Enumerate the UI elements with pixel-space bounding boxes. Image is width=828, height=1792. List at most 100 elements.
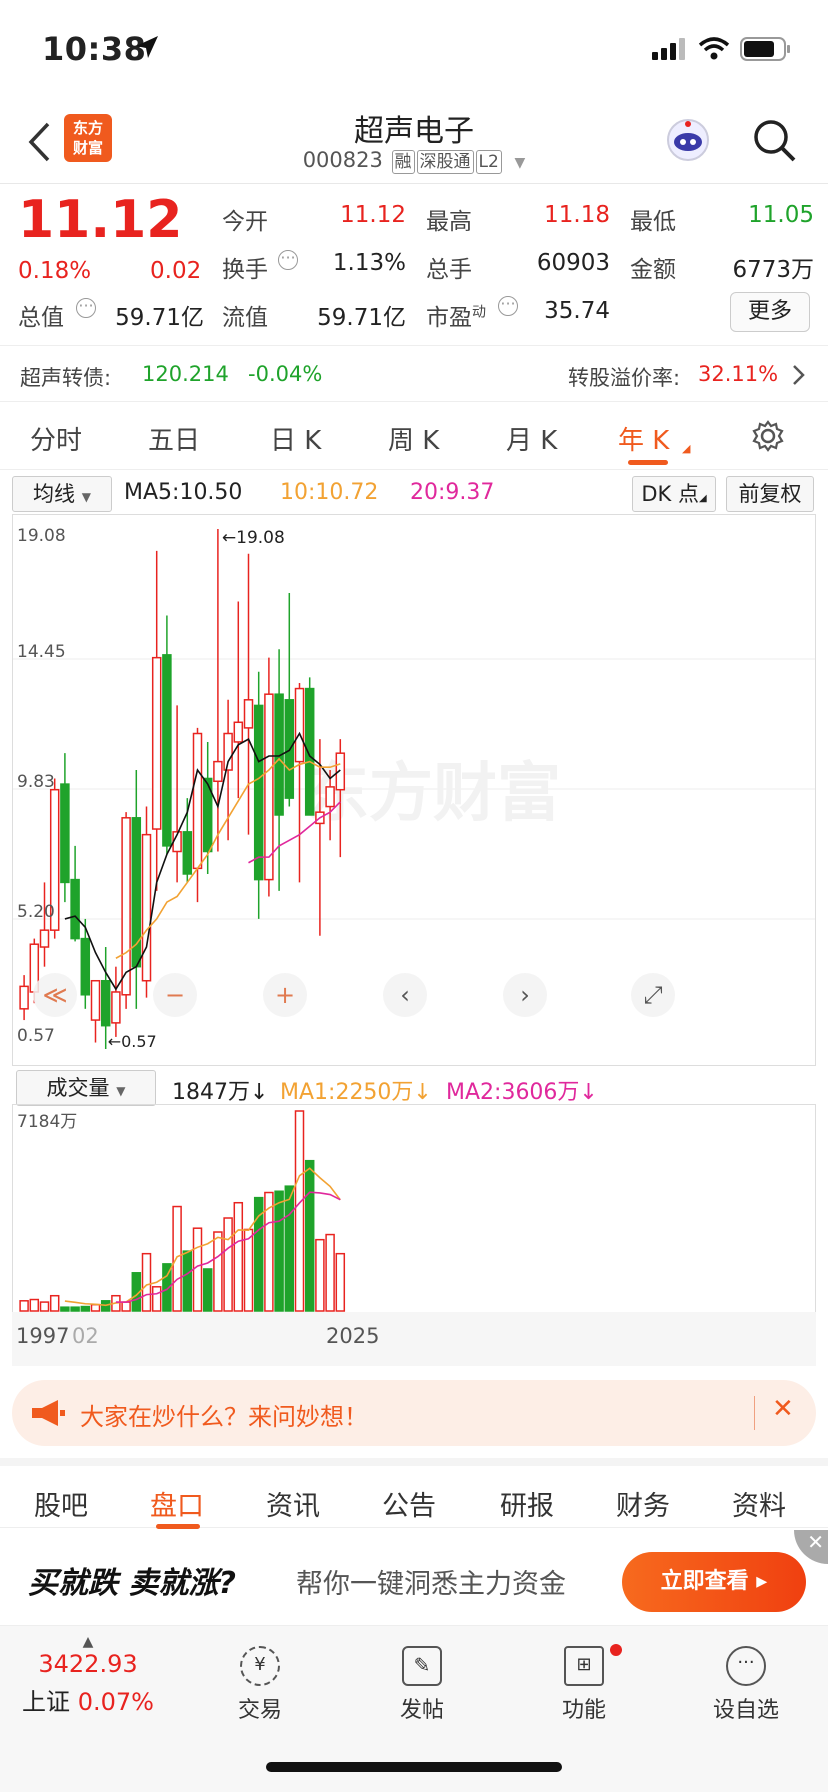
turnover-value: 1.13% bbox=[332, 250, 406, 276]
pe-label: 市盈动 bbox=[426, 304, 486, 331]
period-tabs: 分时 五日 日 K 周 K 月 K 年 K ◢ bbox=[0, 404, 828, 470]
signal-icon bbox=[652, 38, 685, 60]
ad-cta-button[interactable]: 立即查看 ▸ bbox=[622, 1552, 806, 1612]
volume-bar bbox=[90, 1303, 101, 1312]
volume-bar bbox=[335, 1252, 346, 1312]
y-tick-label: 9.83 bbox=[17, 772, 55, 792]
index-widget[interactable]: ▲ 3422.93 上证 0.07% bbox=[18, 1634, 158, 1717]
tab-finance[interactable]: 财务 bbox=[616, 1484, 670, 1523]
indicator-dropdown[interactable]: 均线 ▼ bbox=[12, 476, 112, 512]
bottom-content-tabs: 股吧 盘口 资讯 公告 研报 财务 资料 bbox=[0, 1458, 828, 1529]
ad-slogan: 买就跌 卖就涨? bbox=[28, 1566, 236, 1601]
edit-icon: ✎ bbox=[402, 1646, 442, 1686]
candle-body bbox=[39, 929, 50, 948]
ma5-value: MA5:10.50 bbox=[124, 480, 243, 505]
chart-control-icon: ≪ bbox=[42, 981, 67, 1009]
tag-margin: 融 bbox=[391, 150, 415, 174]
robot-assistant-icon[interactable] bbox=[664, 116, 712, 164]
float-value: 59.71亿 bbox=[317, 305, 406, 331]
ask-banner[interactable]: 大家在炒什么？来问妙想！ ✕ bbox=[12, 1380, 816, 1446]
trade-icon: ¥ bbox=[240, 1646, 280, 1686]
tab-profile[interactable]: 资料 bbox=[732, 1484, 786, 1523]
tab-week-k[interactable]: 周 K bbox=[388, 420, 439, 457]
amount-value: 6773万 bbox=[732, 257, 814, 283]
status-bar: 10:38 bbox=[0, 0, 828, 100]
bond-change: -0.04% bbox=[248, 362, 323, 386]
open-value: 11.12 bbox=[340, 202, 406, 228]
tab-research[interactable]: 研报 bbox=[500, 1484, 554, 1523]
candle-body bbox=[90, 979, 101, 1021]
chart-control-icon: › bbox=[520, 981, 530, 1009]
candle-body bbox=[162, 654, 172, 847]
volume-indicator-dropdown[interactable]: 成交量 ▼ bbox=[16, 1070, 156, 1106]
volume-bar bbox=[29, 1298, 40, 1312]
x-axis: 1997 02 2025 bbox=[12, 1312, 816, 1366]
tab-month-k[interactable]: 月 K bbox=[506, 420, 557, 457]
candle-body bbox=[325, 786, 335, 808]
index-value: 3422.93 bbox=[38, 1650, 138, 1678]
volume-bar bbox=[192, 1227, 203, 1312]
more-button[interactable]: 更多 bbox=[730, 292, 810, 332]
tab-5day[interactable]: 五日 bbox=[148, 420, 200, 457]
candle-body bbox=[80, 937, 91, 996]
volume-bar bbox=[294, 1110, 305, 1312]
tab-pankou[interactable]: 盘口 bbox=[150, 1484, 204, 1523]
volume-bar bbox=[49, 1294, 60, 1312]
ad-close-icon[interactable]: ✕ bbox=[794, 1530, 828, 1564]
banner-close-icon[interactable]: ✕ bbox=[772, 1394, 794, 1424]
tab-intraday[interactable]: 分时 bbox=[30, 420, 82, 457]
volume-bar bbox=[274, 1190, 284, 1312]
low-label: 最低 bbox=[630, 209, 676, 235]
volume-bar bbox=[39, 1301, 50, 1312]
mktcap-value: 59.71亿 bbox=[115, 305, 204, 331]
x-label-mid: 02 bbox=[72, 1324, 99, 1348]
candle-body bbox=[121, 817, 131, 996]
volume-bar bbox=[172, 1205, 182, 1312]
tab-guba[interactable]: 股吧 bbox=[34, 1484, 88, 1523]
stock-code: 000823 bbox=[302, 148, 383, 172]
info-icon[interactable]: ··· bbox=[278, 250, 298, 270]
volume-bar bbox=[233, 1201, 244, 1312]
dk-dropdown[interactable]: DK 点◢ bbox=[632, 476, 716, 512]
volume-ma2: MA2:3606万↓ bbox=[446, 1080, 598, 1105]
nav-add-watchlist[interactable]: ··· 设自选 bbox=[686, 1646, 806, 1724]
max-price-mark: ←19.08 bbox=[222, 528, 285, 548]
tab-day-k[interactable]: 日 K bbox=[270, 420, 321, 457]
search-icon[interactable] bbox=[752, 118, 798, 164]
y-tick-label: 5.20 bbox=[17, 902, 55, 922]
banner-divider bbox=[754, 1396, 755, 1430]
convertible-bond-row[interactable]: 超声转债: 120.214 -0.04% 转股溢价率: 32.11% bbox=[0, 348, 828, 402]
volume-bar bbox=[243, 1228, 254, 1312]
tab-news[interactable]: 资讯 bbox=[266, 1484, 320, 1523]
index-name: 上证 bbox=[22, 1688, 71, 1716]
volume-svg: 7184万 bbox=[17, 1110, 346, 1312]
candle-body bbox=[243, 699, 254, 729]
chart-control-icon: + bbox=[275, 981, 295, 1009]
ad-banner[interactable]: 买就跌 卖就涨? 帮你一键洞悉主力资金 立即查看 ▸ ✕ bbox=[0, 1530, 828, 1626]
info-icon[interactable]: ··· bbox=[76, 298, 96, 318]
bond-label: 超声转债: bbox=[20, 366, 112, 390]
wifi-icon bbox=[698, 37, 730, 60]
nav-post[interactable]: ✎ 发帖 bbox=[362, 1646, 482, 1724]
adjust-dropdown[interactable]: 前复权 bbox=[726, 476, 814, 512]
mktcap-label: 总值 bbox=[18, 305, 64, 331]
bond-price: 120.214 bbox=[142, 362, 229, 386]
tag-l2: L2 bbox=[475, 150, 502, 174]
tab-year-k[interactable]: 年 K bbox=[618, 420, 669, 457]
settings-gear-icon[interactable] bbox=[752, 420, 784, 452]
volume-bar bbox=[80, 1305, 91, 1312]
volume-ma1: MA1:2250万↓ bbox=[280, 1080, 432, 1105]
nav-features[interactable]: ⊞ 功能 bbox=[524, 1644, 644, 1724]
kline-chart[interactable]: 东方财富 19.08 14.45 9.83 5.20 0.57 ←19.08 ←0.57 ≪ − +… bbox=[12, 514, 816, 1066]
float-label: 流值 bbox=[222, 305, 268, 331]
volume-bar bbox=[325, 1233, 335, 1312]
nav-trade[interactable]: ¥ 交易 bbox=[200, 1646, 320, 1724]
volume-bar bbox=[121, 1301, 131, 1312]
y-tick-label: 14.45 bbox=[17, 642, 66, 662]
volume-row: 成交量 ▼ 1847万↓ MA1:2250万↓ MA2:3606万↓ bbox=[0, 1068, 828, 1108]
home-indicator bbox=[266, 1762, 562, 1772]
high-value: 11.18 bbox=[544, 202, 610, 228]
notification-dot bbox=[610, 1644, 622, 1656]
candle-body bbox=[70, 878, 80, 940]
tab-announcements[interactable]: 公告 bbox=[382, 1484, 436, 1523]
